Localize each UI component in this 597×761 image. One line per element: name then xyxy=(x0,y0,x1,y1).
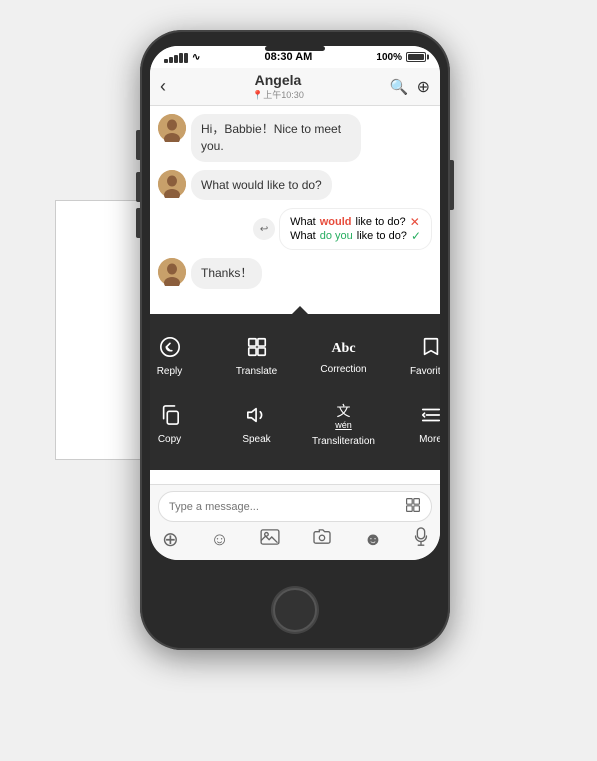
ctx-more[interactable]: More xyxy=(389,392,440,458)
signal-bar-3 xyxy=(174,55,178,63)
reply-label: Reply xyxy=(157,366,183,378)
message-bubble-1: Hi，Babbie！Nice to meet you. xyxy=(191,114,361,162)
message-text-1: Hi，Babbie！Nice to meet you. xyxy=(201,122,341,153)
search-icon[interactable]: 🔍 xyxy=(390,78,409,96)
camera-icon[interactable] xyxy=(312,529,332,550)
ctx-favorites[interactable]: Favorites xyxy=(389,326,440,388)
message-text-4: Thanks！ xyxy=(201,266,252,280)
wifi-icon: ∿ xyxy=(192,52,200,63)
translate-icon xyxy=(246,336,268,362)
message-bubble-4: Thanks！ xyxy=(191,258,262,289)
nav-center: Angela 📍上午10:30 xyxy=(252,72,304,101)
back-button[interactable]: ‹ xyxy=(160,76,166,97)
signal-bar-4 xyxy=(179,53,183,63)
correction-bubble: What would like to do? ✕ What do you lik… xyxy=(279,208,432,250)
correct-word: do you xyxy=(320,230,353,242)
translate-label: Translate xyxy=(236,366,277,378)
scene: ∿ 08:30 AM 100% ‹ Angela 📍上午10:30 xyxy=(0,0,597,761)
transliteration-icon: 文 wén xyxy=(335,402,352,432)
more-icon xyxy=(420,404,441,430)
x-mark: ✕ xyxy=(410,215,420,229)
message-input[interactable] xyxy=(169,501,399,513)
battery-icon xyxy=(406,52,426,62)
signal-bar-5 xyxy=(184,53,188,63)
input-bar: ⊕ ☺ ☻ xyxy=(150,484,440,560)
chat-subtitle: 📍上午10:30 xyxy=(252,88,304,101)
phone-frame: ∿ 08:30 AM 100% ‹ Angela 📍上午10:30 xyxy=(140,30,450,650)
correction-icon: ↩ xyxy=(253,218,275,240)
status-right: 100% xyxy=(376,52,426,63)
image-icon[interactable] xyxy=(260,529,280,550)
correction-wrong: What would like to do? ✕ xyxy=(290,215,421,229)
ctx-copy[interactable]: Copy xyxy=(150,392,211,458)
message-row-4: Thanks！ xyxy=(158,258,432,289)
favorites-label: Favorites xyxy=(410,366,440,378)
nav-icons: 🔍 ⊕ xyxy=(390,77,430,97)
signal-bars: ∿ xyxy=(164,52,200,63)
more-label: More xyxy=(419,434,440,446)
reply-icon xyxy=(159,336,181,362)
phone-notch xyxy=(265,46,325,51)
copy-icon xyxy=(160,404,180,430)
message-text-2: What would like to do? xyxy=(201,178,322,192)
message-row-3: ↩ What would like to do? ✕ What do you xyxy=(158,208,432,250)
context-menu: Reply Translate Abc Corr xyxy=(150,314,440,470)
chat-title: Angela xyxy=(252,72,304,88)
correction-label: Correction xyxy=(320,364,366,376)
input-row xyxy=(158,491,432,522)
signal-bar-2 xyxy=(169,57,173,63)
ctx-translate[interactable]: Translate xyxy=(215,326,298,388)
settings-icon[interactable]: ⊕ xyxy=(417,77,430,97)
avatar-1 xyxy=(158,114,186,142)
phone-screen: ∿ 08:30 AM 100% ‹ Angela 📍上午10:30 xyxy=(150,46,440,560)
location-icon: 📍 xyxy=(252,90,263,100)
message-row-2: What would like to do? xyxy=(158,170,432,201)
ctx-speak[interactable]: Speak xyxy=(215,392,298,458)
message-bubble-2: What would like to do? xyxy=(191,170,332,201)
avatar-2 xyxy=(158,170,186,198)
transliteration-label: Transliteration xyxy=(312,436,375,448)
sticker-icon[interactable]: ☻ xyxy=(363,529,382,550)
correction-container: ↩ What would like to do? ✕ What do you xyxy=(253,208,432,250)
emoji-icon[interactable]: ☺ xyxy=(210,529,228,550)
mic-icon[interactable] xyxy=(414,527,428,552)
avatar-4 xyxy=(158,258,186,286)
battery-percent: 100% xyxy=(376,52,402,63)
menu-arrow xyxy=(292,306,308,314)
status-time: 08:30 AM xyxy=(264,51,312,63)
nav-bar: ‹ Angela 📍上午10:30 🔍 ⊕ xyxy=(150,68,440,106)
ctx-correction[interactable]: Abc Correction xyxy=(302,326,385,388)
speak-icon xyxy=(246,404,268,430)
copy-label: Copy xyxy=(158,434,181,446)
correction-correct: What do you like to do? ✓ xyxy=(290,229,421,243)
home-button[interactable] xyxy=(273,588,317,632)
translate-toggle-icon[interactable] xyxy=(405,497,421,516)
message-row-1: Hi，Babbie！Nice to meet you. xyxy=(158,114,432,162)
add-icon[interactable]: ⊕ xyxy=(162,527,179,552)
battery-fill xyxy=(408,54,424,60)
ctx-transliteration[interactable]: 文 wén Transliteration xyxy=(302,392,385,458)
bottom-icons: ⊕ ☺ ☻ xyxy=(158,522,432,554)
correction-menu-icon: Abc xyxy=(331,338,355,360)
speak-label: Speak xyxy=(242,434,270,446)
check-mark: ✓ xyxy=(411,229,421,243)
signal-bar-1 xyxy=(164,59,168,63)
ctx-reply[interactable]: Reply xyxy=(150,326,211,388)
wrong-word: would xyxy=(320,216,352,228)
favorites-icon xyxy=(421,336,441,362)
